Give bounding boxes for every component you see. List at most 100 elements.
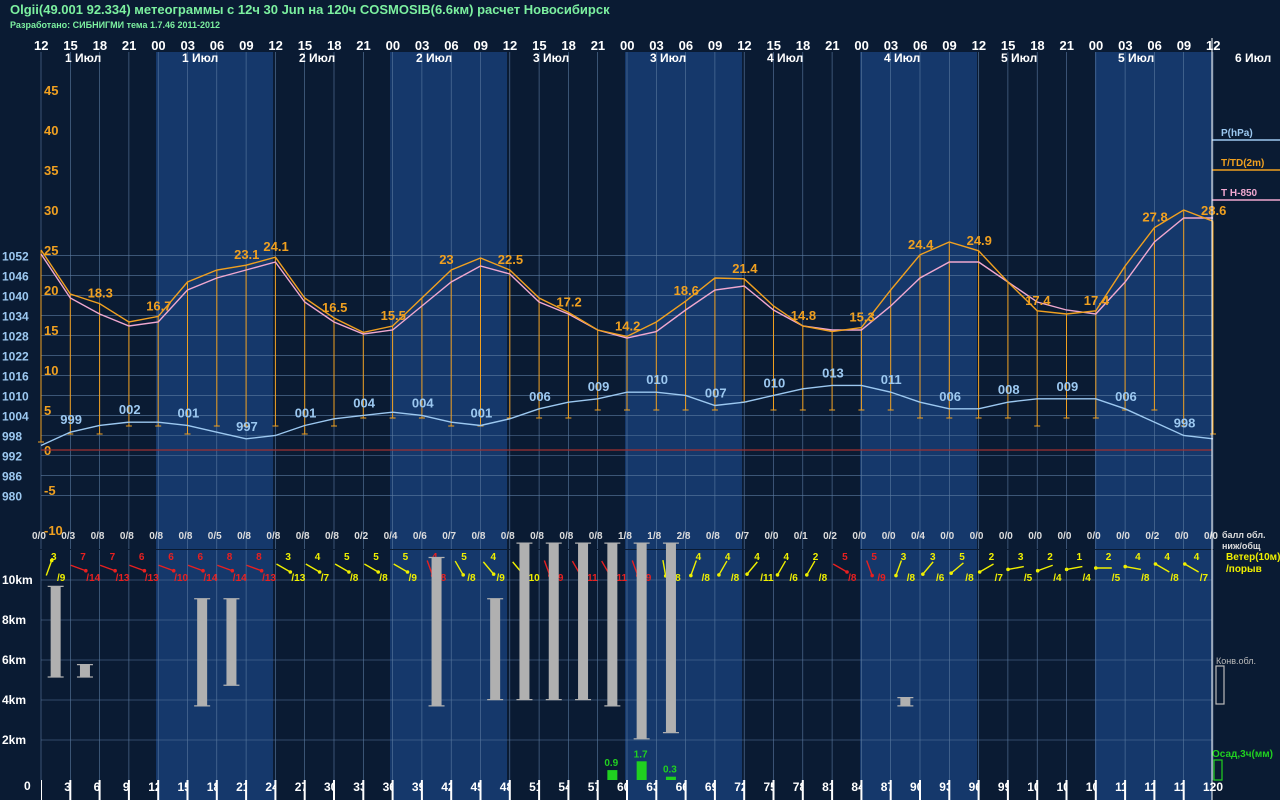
cloud-fraction-label: 0/0 <box>32 531 46 542</box>
pressure-value-label: 009 <box>588 379 610 394</box>
pressure-value-label: 004 <box>353 395 375 410</box>
wind-arrow-head <box>171 568 176 573</box>
cloud-fraction-label: 0/4 <box>911 531 925 542</box>
cloud-fraction-label: 0/7 <box>442 531 456 542</box>
hour-tick-label: 09 <box>239 38 253 53</box>
cloud-fraction-label: 0/8 <box>179 531 193 542</box>
wind-gust-label: /14 <box>204 573 218 584</box>
hour-tick-label: 00 <box>1089 38 1103 53</box>
pressure-value-label: 999 <box>60 412 82 427</box>
cloud-fraction-label: 0/0 <box>970 531 984 542</box>
precipitation-label: Осад,3ч(мм) <box>1212 749 1273 760</box>
convective-cloud-bar <box>50 586 61 677</box>
temperature-value-label: 28.6 <box>1201 203 1226 218</box>
pressure-tick-label: 1040 <box>2 289 29 303</box>
cloud-fraction-label: 0/7 <box>735 531 749 542</box>
hour-tick-label: 12 <box>737 38 751 53</box>
wind-speed-label: 5 <box>959 552 965 563</box>
wind-gust-label: /14 <box>233 573 247 584</box>
height-tick-label: 6km <box>2 653 26 667</box>
wind-gust-label: /8 <box>819 573 828 584</box>
cloud-fraction-label: 0/2 <box>354 531 368 542</box>
legend-label: P(hPa) <box>1221 128 1253 139</box>
temp-tick-label: 5 <box>44 403 51 418</box>
day-band-lower <box>860 550 977 780</box>
wind-speed-label: 8 <box>227 552 233 563</box>
convective-cloud-bar <box>636 543 647 739</box>
date-label: 1 Июл <box>65 51 101 65</box>
cloud-fraction-label: 0/8 <box>296 531 310 542</box>
wind-speed-label: 4 <box>754 552 760 563</box>
height-tick-label: 4km <box>2 693 26 707</box>
wind-arrow-head <box>870 573 874 578</box>
pressure-tick-label: 980 <box>2 490 22 504</box>
wind-gust-label: /11 <box>760 573 774 584</box>
hour-tick-label: 09 <box>708 38 722 53</box>
temperature-value-label: 24.4 <box>908 237 934 252</box>
temp-tick-label: 20 <box>44 283 58 298</box>
date-label: 6 Июл <box>1235 51 1271 65</box>
precipitation-bar <box>607 770 618 780</box>
wind-gust-label: /8 <box>731 573 740 584</box>
wind-arrow-head <box>845 570 849 574</box>
date-label: 3 Июл <box>650 51 686 65</box>
cloud-fraction-label: 0/8 <box>120 531 134 542</box>
pressure-value-label: 001 <box>295 405 317 420</box>
wind-arrow-head <box>230 568 235 573</box>
temp-tick-label: -10 <box>44 523 63 538</box>
precipitation-value-label: 1.7 <box>634 749 648 760</box>
wind-gust-label: /8 <box>1141 573 1150 584</box>
cloud-label: балл обл. <box>1222 530 1266 540</box>
pressure-value-label: 998 <box>1174 415 1196 430</box>
wind-arrow-head <box>201 568 205 573</box>
cloud-fraction-label: 0/0 <box>999 531 1013 542</box>
wind-gust-label: /9 <box>409 573 418 584</box>
precipitation-bar <box>665 776 676 780</box>
wind-arrow-head <box>491 572 496 576</box>
wind-arrow-head <box>1064 567 1069 572</box>
temp-tick-label: 45 <box>44 83 58 98</box>
convective-cloud-label: Конв.обл. <box>1216 656 1256 666</box>
wind-speed-label: 4 <box>1135 552 1141 563</box>
meteogram-chart: 12 15 18 21 00 03 06 09 12 15 18 21 00 03 06 09 12 15 18 21… <box>0 38 1280 800</box>
height-tick-label: 10km <box>2 573 33 587</box>
wind-gust-label: /13 <box>291 573 305 584</box>
legend-label: T/TD(2m) <box>1221 158 1264 169</box>
pressure-tick-label: 1004 <box>2 409 29 423</box>
temp-tick-label: 35 <box>44 163 58 178</box>
day-band-lower <box>1095 550 1212 780</box>
wind-arrow-head <box>288 570 293 574</box>
wind-speed-label: 5 <box>842 552 848 563</box>
wind-speed-label: 2 <box>1106 552 1112 563</box>
wind-arrow-head <box>84 568 88 573</box>
day-band <box>390 52 507 549</box>
cloud-fraction-label: 0/8 <box>237 531 251 542</box>
pressure-tick-label: 992 <box>2 450 22 464</box>
convective-cloud-bar <box>548 543 559 700</box>
pressure-tick-label: 1034 <box>2 309 29 323</box>
wind-speed-label: 6 <box>139 552 145 563</box>
wind-arrow-head <box>142 568 147 573</box>
cloud-fraction-label: 2/8 <box>677 531 691 542</box>
cloud-fraction-label: 0/0 <box>852 531 866 542</box>
wind-gust-label: /13 <box>145 573 159 584</box>
convective-cloud-bar <box>197 598 208 706</box>
wind-label: /порыв <box>1226 564 1262 575</box>
wind-gust-label: /8 <box>965 573 974 584</box>
date-label: 2 Июл <box>299 51 335 65</box>
wind-gust-label: /8 <box>379 573 388 584</box>
cloud-fraction-label: 0/8 <box>559 531 573 542</box>
convective-cloud-bar <box>665 543 676 733</box>
cloud-fraction-label: 0/8 <box>706 531 720 542</box>
hour-tick-label: 12 <box>972 38 986 53</box>
pressure-value-label: 009 <box>1057 379 1079 394</box>
wind-speed-label: 5 <box>403 552 409 563</box>
temperature-value-label: 14.8 <box>791 308 816 323</box>
cloud-fraction-label: 0/8 <box>472 531 486 542</box>
wind-gust-label: /9 <box>57 573 66 584</box>
forecast-hour-label: 9 <box>123 780 130 794</box>
pressure-tick-label: 1022 <box>2 349 29 363</box>
wind-speed-label: 3 <box>285 552 291 563</box>
temperature-value-label: 24.9 <box>967 233 992 248</box>
cloud-fraction-label: 0/2 <box>823 531 837 542</box>
